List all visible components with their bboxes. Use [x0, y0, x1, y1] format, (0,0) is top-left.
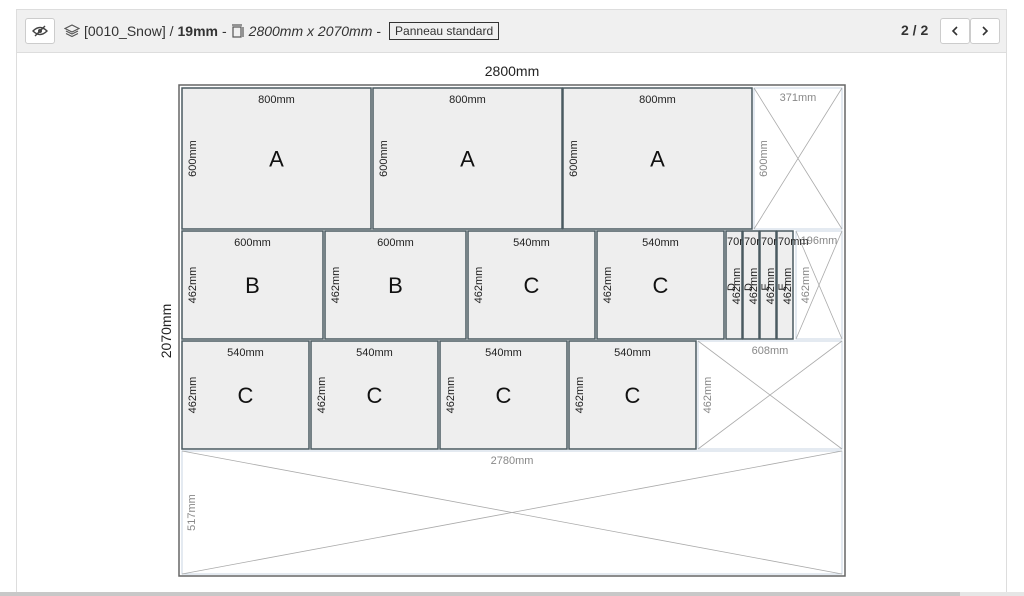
part-width-label: 540mm	[642, 237, 679, 249]
part-width-label: 70mm	[778, 236, 809, 248]
part-piece[interactable]: 540mm 462mm C	[439, 340, 568, 450]
part-piece[interactable]: 800mm 600mm A	[372, 87, 563, 230]
part-height-label: 462mm	[473, 267, 485, 304]
part-width-label: 800mm	[258, 94, 295, 106]
part-height-label: 600mm	[187, 140, 199, 177]
waste-height-label: 462mm	[702, 377, 714, 414]
part-height-label: 600mm	[568, 140, 580, 177]
waste-width-label: 2780mm	[491, 455, 534, 467]
horizontal-scrollbar-thumb[interactable]	[0, 592, 960, 596]
cutting-layout: 2800mm 2070mm 371mm600mm196mm462mm608mm4…	[158, 63, 846, 577]
part-letter: C	[238, 383, 254, 408]
part-letter: B	[245, 273, 260, 298]
part-letter: C	[653, 273, 669, 298]
part-letter: A	[650, 147, 665, 172]
waste-width-label: 371mm	[780, 92, 817, 104]
part-piece[interactable]: 540mm 462mm C	[568, 340, 697, 450]
part-height-label: 462mm	[731, 268, 743, 305]
part-height-label: 462mm	[765, 268, 777, 305]
part-width-label: 800mm	[449, 94, 486, 106]
part-piece[interactable]: 600mm 462mm B	[181, 230, 324, 340]
part-height-label: 462mm	[187, 377, 199, 414]
part-width-label: 800mm	[639, 94, 676, 106]
part-letter: A	[460, 147, 475, 172]
part-letter: B	[388, 273, 403, 298]
part-piece[interactable]: 540mm 462mm C	[467, 230, 596, 340]
waste-height-label: 462mm	[800, 267, 812, 304]
part-height-label: 462mm	[602, 267, 614, 304]
part-width-label: 600mm	[377, 237, 414, 249]
part-letter: C	[524, 273, 540, 298]
part-width-label: 540mm	[227, 347, 264, 359]
part-width-label: 540mm	[513, 237, 550, 249]
part-width-label: 540mm	[614, 347, 651, 359]
part-height-label: 462mm	[574, 377, 586, 414]
part-width-label: 540mm	[356, 347, 393, 359]
sheet-height-label: 2070mm	[158, 304, 174, 358]
sheet-width-label: 2800mm	[485, 63, 539, 79]
part-piece[interactable]: 800mm 600mm A	[562, 87, 753, 230]
waste-height-label: 517mm	[186, 494, 198, 531]
part-piece[interactable]: 600mm 462mm B	[324, 230, 467, 340]
part-height-label: 600mm	[378, 140, 390, 177]
waste-area: 371mm 600mm	[753, 87, 843, 230]
part-height-label: 462mm	[316, 377, 328, 414]
part-height-label: 462mm	[330, 267, 342, 304]
part-piece[interactable]: 540mm 462mm C	[181, 340, 310, 450]
part-width-label: 600mm	[234, 237, 271, 249]
part-height-label: 462mm	[445, 377, 457, 414]
part-height-label: 462mm	[782, 268, 794, 305]
part-height-label: 462mm	[748, 268, 760, 305]
part-letter: C	[625, 383, 641, 408]
part-letter: C	[367, 383, 383, 408]
part-height-label: 462mm	[187, 267, 199, 304]
part-piece[interactable]: 800mm 600mm A	[181, 87, 372, 230]
part-letter: C	[496, 383, 512, 408]
part-piece[interactable]: 540mm 462mm C	[596, 230, 725, 340]
waste-width-label: 608mm	[752, 345, 789, 357]
part-piece[interactable]: 540mm 462mm C	[310, 340, 439, 450]
part-width-label: 540mm	[485, 347, 522, 359]
waste-area: 608mm 462mm	[697, 340, 843, 450]
waste-height-label: 600mm	[758, 140, 770, 177]
waste-area: 2780mm 517mm	[181, 450, 843, 575]
part-letter: A	[269, 147, 284, 172]
